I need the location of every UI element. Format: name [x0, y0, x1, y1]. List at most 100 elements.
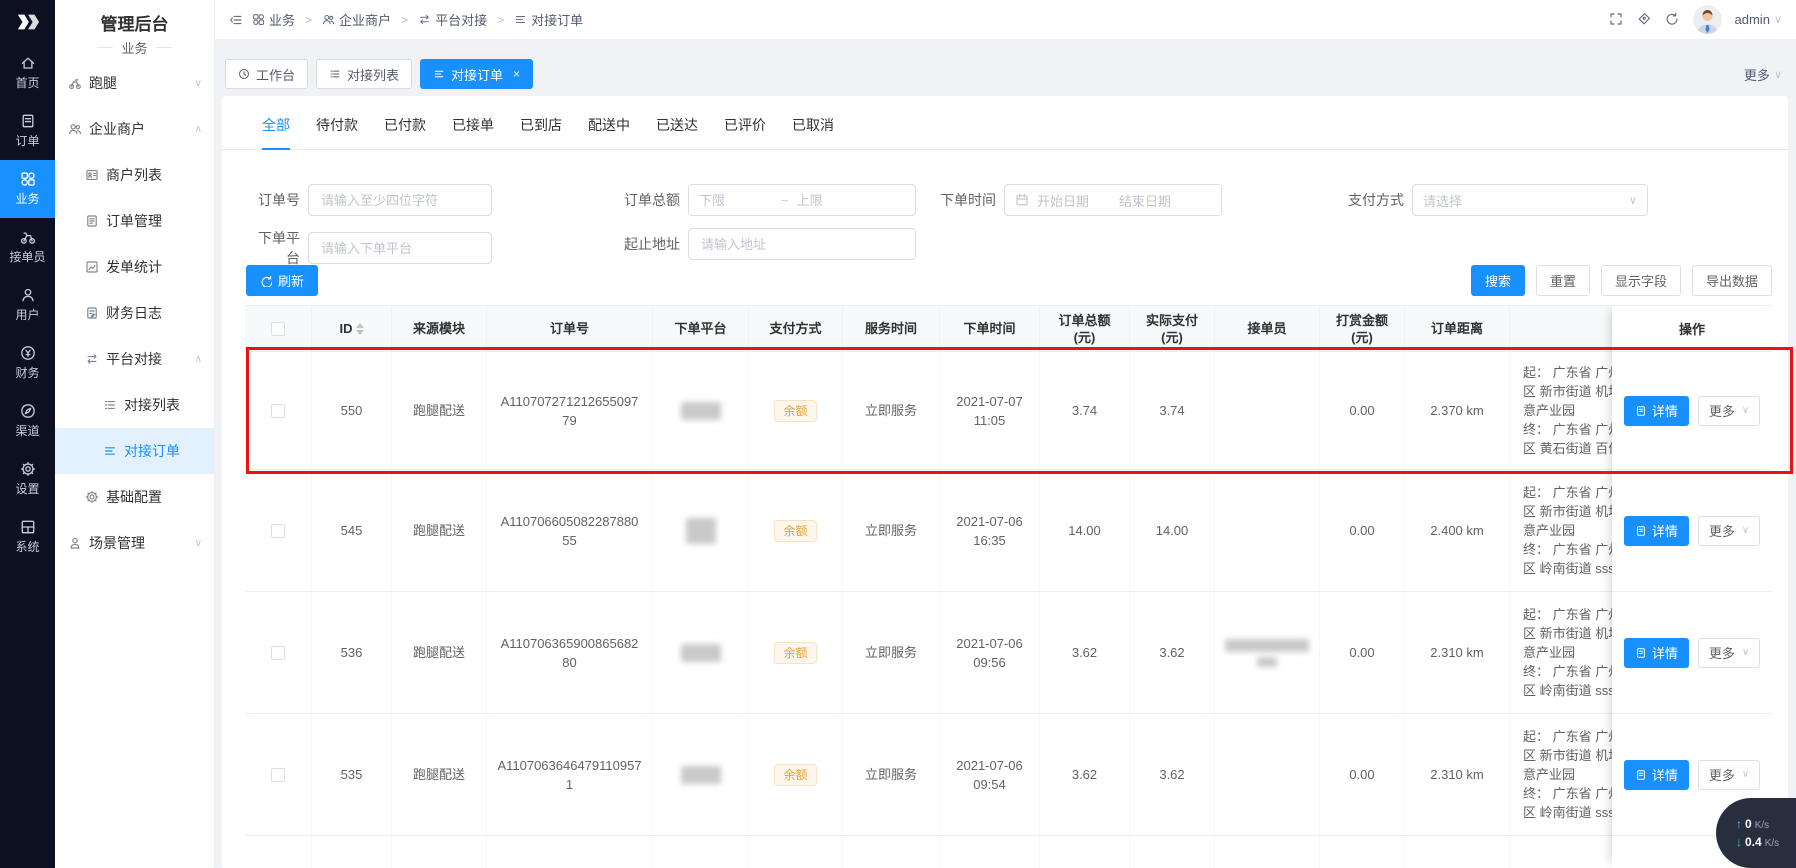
cell-paid: 3.74 — [1130, 352, 1215, 469]
total-max-input[interactable] — [797, 193, 871, 208]
select-all-checkbox[interactable] — [271, 322, 285, 336]
status-tab[interactable]: 待付款 — [316, 115, 358, 137]
sidebar-item-docs[interactable]: 订单管理 — [55, 198, 214, 244]
show-fields-button[interactable]: 显示字段 — [1601, 265, 1681, 296]
table-row: 535跑腿配送A11070636464791109571余额立即服务2021-0… — [245, 714, 1772, 836]
gear-icon — [20, 461, 36, 477]
detail-button[interactable]: 详情 — [1624, 760, 1689, 790]
breadcrumb-item[interactable]: 业务 — [252, 10, 295, 29]
sidebar-item-stats[interactable]: 发单统计 — [55, 244, 214, 290]
filter-total-range: 订单总额 ~ — [620, 184, 916, 216]
detail-button[interactable]: 详情 — [1624, 396, 1689, 426]
rail-item-rider[interactable]: 接单员 — [0, 218, 55, 276]
sidebar-collapse-button[interactable] — [229, 13, 242, 26]
breadcrumb-bar: 业务> 企业商户> 平台对接> 对接订单 admin — [215, 0, 1796, 40]
sidebar-item-gear[interactable]: 基础配置 — [55, 474, 214, 520]
filter-label: 订单号 — [246, 190, 300, 210]
row-checkbox[interactable] — [271, 646, 285, 660]
close-icon[interactable]: × — [513, 67, 520, 81]
pay-method-select[interactable]: 请选择 ∨ — [1412, 184, 1648, 216]
more-button[interactable]: 更多∨ — [1698, 396, 1760, 426]
sidebar-item-log[interactable]: 财务日志 — [55, 290, 214, 336]
cell-tip — [1320, 836, 1405, 868]
rail-item-channel[interactable]: 渠道 — [0, 392, 55, 450]
avatar[interactable] — [1693, 5, 1722, 34]
chevron-up-icon: ∧ — [195, 354, 202, 365]
end-date-placeholder: 结束日期 — [1119, 191, 1171, 210]
row-checkbox[interactable] — [271, 524, 285, 538]
row-checkbox[interactable] — [271, 768, 285, 782]
more-button[interactable]: 更多∨ — [1698, 638, 1760, 668]
sidebar-item-swap[interactable]: 平台对接 ∧ — [55, 336, 214, 382]
breadcrumb-item[interactable]: 平台对接 — [418, 10, 487, 29]
rail-item-finance[interactable]: 财务 — [0, 334, 55, 392]
reset-button[interactable]: 重置 — [1536, 265, 1590, 296]
cell-id: 536 — [312, 592, 392, 713]
total-min-input[interactable] — [699, 193, 773, 208]
rail-item-home[interactable]: 首页 — [0, 44, 55, 102]
column-header-platform: 下单平台 — [653, 306, 749, 351]
breadcrumb-item[interactable]: 企业商户 — [322, 10, 391, 29]
doc-icon — [1635, 769, 1647, 781]
detail-button[interactable]: 详情 — [1624, 638, 1689, 668]
download-arrow-icon: ↓ — [1736, 835, 1742, 849]
sort-caret-icon[interactable] — [356, 323, 364, 335]
doc-icon — [1635, 405, 1647, 417]
status-tab[interactable]: 已到店 — [520, 115, 562, 137]
order-no-input[interactable] — [308, 184, 492, 216]
user-menu[interactable]: admin ∨ — [1735, 12, 1782, 27]
platform-input[interactable] — [308, 232, 492, 264]
status-tab[interactable]: 已付款 — [384, 115, 426, 137]
cell-service_time: 立即服务 — [843, 470, 940, 591]
sidebar-item-shoplist[interactable]: 商户列表 — [55, 152, 214, 198]
rail-item-user[interactable]: 用户 — [0, 276, 55, 334]
orders-table: ID 来源模块订单号下单平台支付方式服务时间下单时间订单总额(元)实际支付(元)… — [245, 305, 1772, 868]
doc-icon — [1635, 647, 1647, 659]
search-button[interactable]: 搜索 — [1471, 265, 1525, 296]
rail-item-gear[interactable]: 设置 — [0, 450, 55, 508]
sidebar-item-list[interactable]: 对接列表 — [55, 382, 214, 428]
workspace-tab[interactable]: 工作台 — [225, 59, 308, 89]
sidebar-item-lines[interactable]: 对接订单 — [55, 428, 214, 474]
app-logo[interactable] — [0, 0, 55, 44]
rail-item-system[interactable]: 系统 — [0, 508, 55, 566]
status-tab[interactable]: 已评价 — [724, 115, 766, 137]
rail-item-apps[interactable]: 业务 — [0, 160, 55, 218]
status-tab[interactable]: 已接单 — [452, 115, 494, 137]
cell-order_time: 2021-07-0616:35 — [940, 470, 1040, 591]
cell-module: 跑腿配送 — [392, 470, 487, 591]
cell-select — [245, 714, 312, 835]
apps-icon — [252, 13, 265, 26]
status-tab[interactable]: 已取消 — [792, 115, 834, 137]
nav-rail: 首页 订单 业务 接单员 用户 财务 渠道 设置 系统 — [0, 0, 55, 868]
status-tab[interactable]: 全部 — [262, 115, 290, 137]
cell-distance: 2.370 km — [1405, 352, 1510, 469]
refresh-button[interactable]: 刷新 — [246, 265, 318, 296]
more-button[interactable]: 更多∨ — [1698, 516, 1760, 546]
detail-button[interactable]: 详情 — [1624, 516, 1689, 546]
sidebar-item-errand[interactable]: 跑腿 ∨ — [55, 60, 214, 106]
list-icon — [103, 398, 117, 412]
status-tab[interactable]: 配送中 — [588, 115, 630, 137]
cell-id: 550 — [312, 352, 392, 469]
address-input[interactable] — [688, 228, 916, 260]
date-range-picker[interactable]: 开始日期 结束日期 — [1004, 184, 1222, 216]
rail-item-order[interactable]: 订单 — [0, 102, 55, 160]
sidebar-item-merchants[interactable]: 企业商户 ∧ — [55, 106, 214, 152]
theme-icon[interactable] — [1637, 12, 1652, 27]
cell-service_time: 立即服务 — [843, 714, 940, 835]
refresh-icon[interactable] — [1665, 12, 1680, 27]
fullscreen-icon[interactable] — [1609, 12, 1624, 27]
workspace-tab[interactable]: 对接订单 × — [420, 59, 533, 89]
workspace-tab[interactable]: 对接列表 — [316, 59, 412, 89]
action-cell: 详情 更多∨ — [1612, 592, 1772, 714]
tabs-more-dropdown[interactable]: 更多∨ — [1744, 65, 1782, 84]
export-data-button[interactable]: 导出数据 — [1692, 265, 1772, 296]
sidebar-item-scene[interactable]: 场景管理 ∨ — [55, 520, 214, 566]
cell-pay_method — [749, 836, 843, 868]
status-tab[interactable]: 已送达 — [656, 115, 698, 137]
row-checkbox[interactable] — [271, 404, 285, 418]
cell-total: 3.62 — [1040, 714, 1130, 835]
breadcrumb-item[interactable]: 对接订单 — [514, 10, 583, 29]
more-button[interactable]: 更多∨ — [1698, 760, 1760, 790]
